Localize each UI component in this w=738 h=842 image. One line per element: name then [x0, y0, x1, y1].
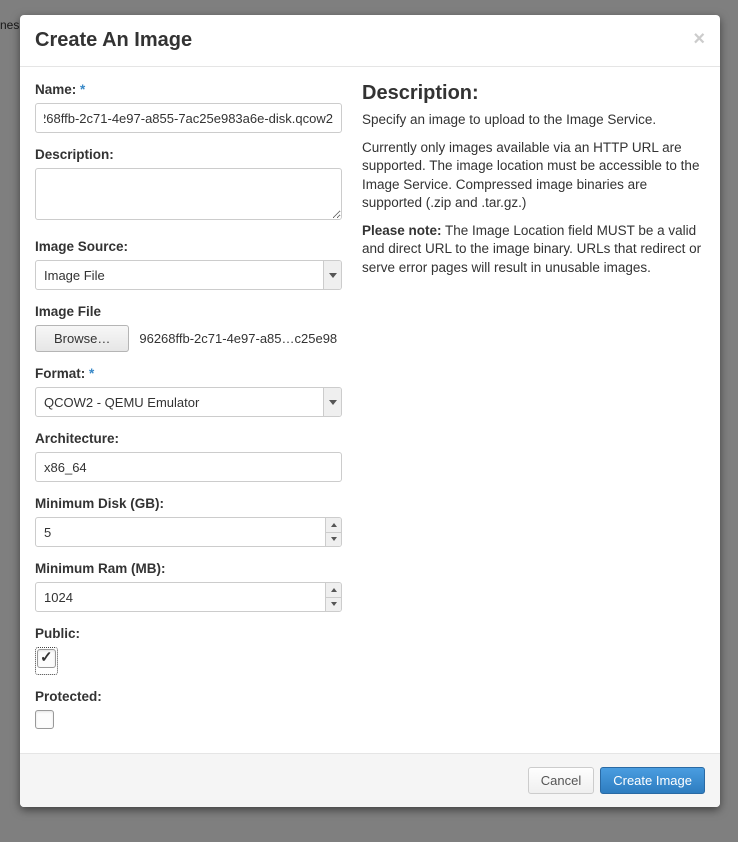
- architecture-input[interactable]: [35, 452, 342, 482]
- min-ram-label: Minimum Ram (MB):: [35, 561, 342, 576]
- browse-button[interactable]: Browse…: [35, 325, 129, 352]
- public-checkbox[interactable]: [37, 649, 56, 668]
- help-title: Description:: [362, 82, 705, 105]
- modal-title: Create An Image: [35, 29, 705, 52]
- create-image-modal: Create An Image × Name: * Description: I…: [20, 15, 720, 807]
- create-image-button[interactable]: Create Image: [600, 767, 705, 794]
- modal-header: Create An Image ×: [20, 15, 720, 67]
- cancel-button[interactable]: Cancel: [528, 767, 594, 794]
- help-paragraph-3: Please note: The Image Location field MU…: [362, 222, 705, 277]
- public-label: Public:: [35, 626, 342, 641]
- field-image-file: Image File Browse… 96268ffb-2c71-4e97-a8…: [35, 304, 342, 352]
- name-label: Name: *: [35, 82, 342, 97]
- field-protected: Protected:: [35, 689, 342, 734]
- help-note-label: Please note:: [362, 223, 442, 238]
- field-image-source: Image Source:: [35, 239, 342, 290]
- help-paragraph-2: Currently only images available via an H…: [362, 139, 705, 212]
- spinner-up-button[interactable]: [326, 518, 341, 533]
- field-architecture: Architecture:: [35, 431, 342, 482]
- modal-body: Name: * Description: Image Source: Image…: [20, 67, 720, 753]
- help-column: Description: Specify an image to upload …: [362, 82, 705, 738]
- name-input[interactable]: [35, 103, 342, 133]
- field-min-ram: Minimum Ram (MB):: [35, 561, 342, 612]
- description-label: Description:: [35, 147, 342, 162]
- image-source-label: Image Source:: [35, 239, 342, 254]
- format-select[interactable]: [35, 387, 342, 417]
- description-input[interactable]: [35, 168, 342, 220]
- architecture-label: Architecture:: [35, 431, 342, 446]
- field-public: Public:: [35, 626, 342, 675]
- selected-filename: 96268ffb-2c71-4e97-a85…c25e98: [139, 331, 342, 346]
- spinner-down-button[interactable]: [326, 533, 341, 547]
- number-spinner: [325, 518, 341, 546]
- min-disk-label: Minimum Disk (GB):: [35, 496, 342, 511]
- image-source-select[interactable]: [35, 260, 342, 290]
- field-description: Description:: [35, 147, 342, 225]
- number-spinner: [325, 583, 341, 611]
- required-asterisk: *: [89, 366, 94, 381]
- min-disk-input[interactable]: [35, 517, 342, 547]
- modal-footer: Cancel Create Image: [20, 753, 720, 807]
- help-paragraph-1: Specify an image to upload to the Image …: [362, 111, 705, 129]
- checkbox-focus-ring: [35, 647, 58, 675]
- image-file-label: Image File: [35, 304, 342, 319]
- protected-label: Protected:: [35, 689, 342, 704]
- spinner-up-button[interactable]: [326, 583, 341, 598]
- close-button[interactable]: ×: [693, 29, 705, 49]
- field-format: Format: *: [35, 366, 342, 417]
- spinner-down-button[interactable]: [326, 598, 341, 612]
- protected-checkbox[interactable]: [35, 710, 54, 729]
- field-min-disk: Minimum Disk (GB):: [35, 496, 342, 547]
- format-label: Format: *: [35, 366, 342, 381]
- field-name: Name: *: [35, 82, 342, 133]
- min-ram-input[interactable]: [35, 582, 342, 612]
- form-column: Name: * Description: Image Source: Image…: [35, 82, 342, 738]
- required-asterisk: *: [80, 82, 85, 97]
